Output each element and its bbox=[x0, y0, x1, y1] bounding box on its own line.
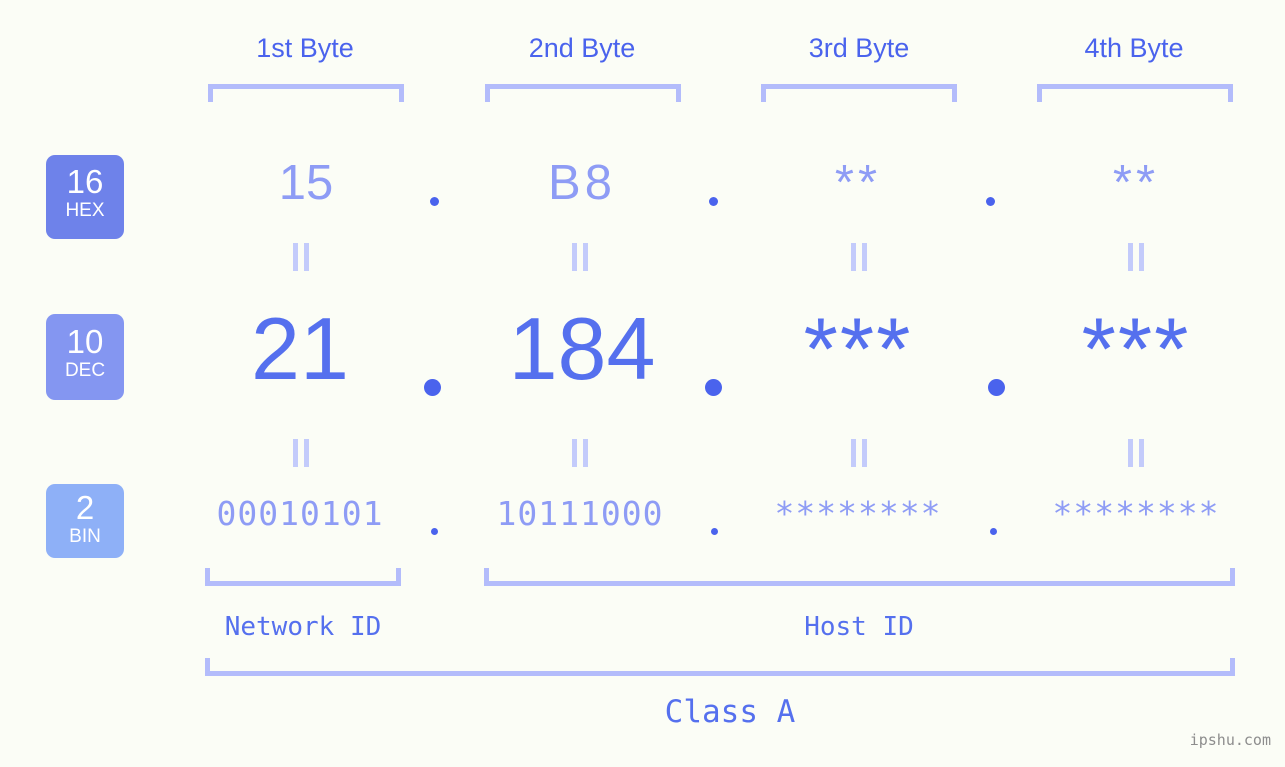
ip-byte-breakdown-diagram: 1st Byte 2nd Byte 3rd Byte 4th Byte 16 H… bbox=[0, 0, 1285, 767]
hex-byte-3: ** bbox=[834, 156, 882, 210]
byte-header-3: 3rd Byte bbox=[808, 33, 910, 63]
equals-marker-dec-bin-4 bbox=[1026, 439, 1246, 467]
hex-byte-2: B8 bbox=[548, 156, 616, 210]
base-badge-bin-number: 2 bbox=[75, 489, 95, 526]
hex-separator-dot-3 bbox=[986, 197, 995, 206]
byte-bracket-top-1 bbox=[208, 84, 404, 102]
base-badge-bin-name: BIN bbox=[69, 526, 101, 547]
base-badge-hex-number: 16 bbox=[66, 163, 104, 200]
equals-marker-dec-bin-1 bbox=[191, 439, 411, 467]
bin-byte-1: 00010101 bbox=[216, 494, 384, 533]
dec-separator-dot-2 bbox=[705, 379, 722, 396]
class-label: Class A bbox=[664, 694, 796, 730]
dec-byte-1: 21 bbox=[251, 299, 349, 398]
equals-marker-hex-dec-3 bbox=[749, 243, 969, 271]
dec-separator-dot-3 bbox=[988, 379, 1005, 396]
byte-header-4: 4th Byte bbox=[1084, 33, 1184, 63]
host-id-bracket bbox=[484, 568, 1235, 586]
class-bracket bbox=[205, 658, 1235, 676]
site-watermark: ipshu.com bbox=[1189, 731, 1271, 749]
base-badge-dec-number: 10 bbox=[66, 323, 104, 360]
bin-byte-3: ******** bbox=[774, 494, 942, 533]
dec-byte-4: *** bbox=[1081, 299, 1191, 398]
hex-byte-1: 15 bbox=[278, 156, 334, 210]
base-badge-hex-name: HEX bbox=[65, 200, 105, 221]
bin-separator-dot-3 bbox=[990, 528, 997, 535]
bin-byte-4: ******** bbox=[1052, 494, 1220, 533]
network-id-bracket bbox=[205, 568, 401, 586]
base-badge-bin: 2 BIN bbox=[46, 484, 124, 558]
equals-marker-hex-dec-1 bbox=[191, 243, 411, 271]
base-badge-hex: 16 HEX bbox=[46, 155, 124, 239]
hex-separator-dot-2 bbox=[709, 197, 718, 206]
bin-separator-dot-1 bbox=[431, 528, 438, 535]
dec-separator-dot-1 bbox=[424, 379, 441, 396]
hex-separator-dot-1 bbox=[430, 197, 439, 206]
byte-header-1: 1st Byte bbox=[256, 33, 354, 63]
equals-marker-hex-dec-2 bbox=[470, 243, 690, 271]
host-id-label: Host ID bbox=[804, 612, 914, 642]
base-badge-dec-name: DEC bbox=[64, 360, 106, 381]
byte-bracket-top-4 bbox=[1037, 84, 1233, 102]
base-badge-dec: 10 DEC bbox=[46, 314, 124, 400]
equals-marker-hex-dec-4 bbox=[1026, 243, 1246, 271]
dec-byte-3: *** bbox=[803, 299, 913, 398]
network-id-label: Network ID bbox=[224, 612, 382, 642]
byte-header-2: 2nd Byte bbox=[528, 33, 636, 63]
byte-bracket-top-3 bbox=[761, 84, 957, 102]
dec-byte-2: 184 bbox=[508, 299, 656, 398]
bin-separator-dot-2 bbox=[711, 528, 718, 535]
bin-byte-2: 10111000 bbox=[496, 494, 664, 533]
hex-byte-4: ** bbox=[1112, 156, 1160, 210]
equals-marker-dec-bin-2 bbox=[470, 439, 690, 467]
equals-marker-dec-bin-3 bbox=[749, 439, 969, 467]
byte-bracket-top-2 bbox=[485, 84, 681, 102]
